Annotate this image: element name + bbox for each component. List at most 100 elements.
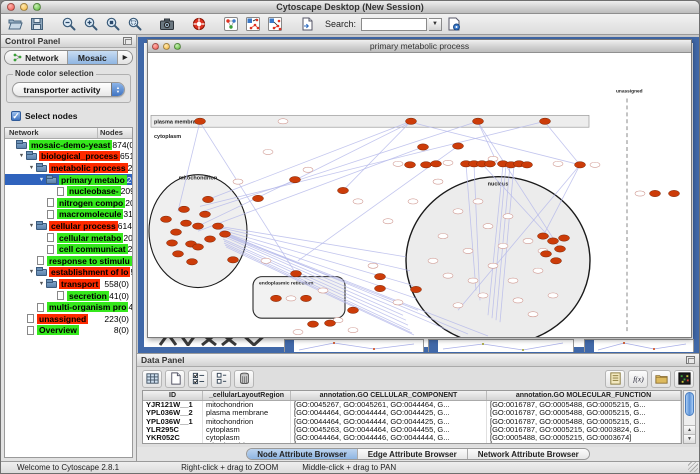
tree-row[interactable]: ▼establishment of lo558(0) [5, 267, 132, 279]
network-node[interactable] [375, 273, 386, 279]
tab-edge-attribute-browser[interactable]: Edge Attribute Browser [358, 449, 468, 459]
network-node[interactable] [291, 271, 302, 277]
zoom-selected-region-button[interactable] [125, 15, 145, 33]
node-color-attribute-select[interactable]: transporter activity ▲▼ [12, 82, 125, 97]
network-node-unselected[interactable] [368, 263, 378, 268]
table-scrollbar[interactable]: ▲ ▼ [683, 390, 696, 444]
save-session-button[interactable] [27, 15, 47, 33]
network-node-unselected[interactable] [443, 273, 453, 278]
zoom-fit-button[interactable] [103, 15, 123, 33]
scrollbar-thumb[interactable] [685, 392, 694, 416]
network-edge[interactable] [343, 121, 411, 190]
network-node-unselected[interactable] [553, 161, 563, 166]
network-node-unselected[interactable] [393, 161, 403, 166]
table-row[interactable]: YKR052Ccytoplasm[GO:0044464, GO:0044446,… [143, 434, 681, 442]
table-row[interactable]: YDR039C__1mitochondrion[GO:0044464, GO:0… [143, 442, 681, 444]
search-options-button[interactable] [444, 15, 464, 33]
column-header[interactable]: _cellularLayoutRegion [203, 391, 291, 400]
tab-mosaic[interactable]: Mosaic [68, 51, 118, 64]
network-snapshot-button[interactable] [157, 15, 177, 33]
network-node-unselected[interactable] [503, 214, 513, 219]
network-node[interactable] [205, 236, 216, 242]
plasma-membrane-region[interactable] [151, 115, 589, 127]
help-button[interactable] [189, 15, 209, 33]
import-attributes-button[interactable] [651, 370, 671, 388]
tree-row[interactable]: macromolecule311(0) [5, 209, 132, 221]
zoom-in-button[interactable] [81, 15, 101, 33]
network-node[interactable] [650, 190, 661, 196]
network-node[interactable] [167, 240, 178, 246]
attribute-table-button[interactable] [142, 370, 162, 388]
column-header[interactable]: annotation.GO MOLECULAR_FUNCTION [487, 391, 681, 400]
network-node[interactable] [522, 162, 533, 168]
tree-row[interactable]: ▼primary metabo209(... [5, 174, 132, 186]
network-node-unselected[interactable] [443, 160, 453, 165]
network-node-unselected[interactable] [590, 162, 600, 167]
matrix-view-button[interactable] [674, 370, 694, 388]
network-node-unselected[interactable] [635, 191, 645, 196]
network-frame-titlebar[interactable]: primary metabolic process [148, 40, 691, 53]
layout-tool-button-1[interactable] [243, 15, 263, 33]
resize-grip[interactable] [688, 462, 698, 472]
network-node-unselected[interactable] [286, 296, 296, 301]
network-node[interactable] [669, 190, 680, 196]
network-node[interactable] [541, 251, 552, 257]
more-tabs-button[interactable]: ▶ [118, 51, 132, 64]
network-graph[interactable]: plasma membrane cytoplasm mitochondrion … [148, 53, 691, 337]
tree-row[interactable]: unassigned223(0) [5, 313, 132, 325]
tree-row[interactable]: ▼cellular process614(0) [5, 220, 132, 232]
network-node[interactable] [301, 295, 312, 301]
tree-row[interactable]: Overview8(0) [5, 325, 132, 337]
tree-row[interactable]: cellular metabo209(0) [5, 232, 132, 244]
network-node-unselected[interactable] [438, 233, 448, 238]
network-node-unselected[interactable] [453, 209, 463, 214]
scroll-up-icon[interactable]: ▲ [684, 425, 695, 434]
expander-icon[interactable]: ▼ [17, 153, 26, 159]
column-header[interactable]: annotation.GO CELLULAR_COMPONENT [291, 391, 487, 400]
network-node[interactable] [348, 307, 359, 313]
column-header[interactable]: ID [143, 391, 203, 400]
network-node-unselected[interactable] [318, 288, 328, 293]
search-dropdown-button[interactable]: ▼ [429, 18, 442, 31]
network-node[interactable] [187, 259, 198, 265]
zoom-out-button[interactable] [59, 15, 79, 33]
delete-attribute-button[interactable] [234, 370, 254, 388]
network-node[interactable] [485, 161, 496, 167]
network-node-unselected[interactable] [508, 278, 518, 283]
network-node[interactable] [418, 144, 429, 150]
open-session-button[interactable] [5, 15, 25, 33]
tree-row[interactable]: ▼metabolic process280(0) [5, 162, 132, 174]
network-node-unselected[interactable] [261, 258, 271, 263]
network-edge[interactable] [545, 122, 580, 165]
network-node-unselected[interactable] [408, 199, 418, 204]
expander-icon[interactable]: ▼ [27, 165, 36, 171]
network-node-unselected[interactable] [303, 167, 313, 172]
network-node-unselected[interactable] [463, 248, 473, 253]
background-network-window[interactable] [428, 339, 574, 352]
network-node-unselected[interactable] [533, 268, 543, 273]
network-node[interactable] [271, 295, 282, 301]
network-node[interactable] [181, 220, 192, 226]
float-panel-icon[interactable] [686, 356, 695, 364]
network-edge[interactable] [208, 121, 411, 199]
vizmapper-button[interactable] [221, 15, 241, 33]
dropdown-stepper-icon[interactable]: ▲▼ [111, 83, 124, 96]
tree-row[interactable]: nitrogen compo209(0) [5, 197, 132, 209]
network-node[interactable] [253, 195, 264, 201]
network-node[interactable] [203, 196, 214, 202]
scroll-down-icon[interactable]: ▼ [684, 434, 695, 443]
expander-icon[interactable]: ▼ [27, 269, 36, 275]
table-row[interactable]: YLR295Ccytoplasm[GO:0045263, GO:0044464,… [143, 426, 681, 434]
expander-icon[interactable]: ▼ [37, 281, 46, 287]
network-node-unselected[interactable] [293, 329, 303, 334]
table-row[interactable]: YPL036W__2plasma membrane[GO:0044464, GO… [143, 409, 681, 417]
network-node[interactable] [540, 118, 551, 124]
expander-icon[interactable]: ▼ [27, 223, 36, 229]
network-node-unselected[interactable] [478, 293, 488, 298]
select-nodes-checkbox[interactable]: ✓ [11, 111, 21, 121]
network-node[interactable] [555, 246, 566, 252]
network-node[interactable] [548, 238, 559, 244]
tab-network[interactable]: Network [5, 51, 68, 64]
background-network-window[interactable] [284, 339, 424, 352]
tree-row[interactable]: cell communicat22(0) [5, 243, 132, 255]
